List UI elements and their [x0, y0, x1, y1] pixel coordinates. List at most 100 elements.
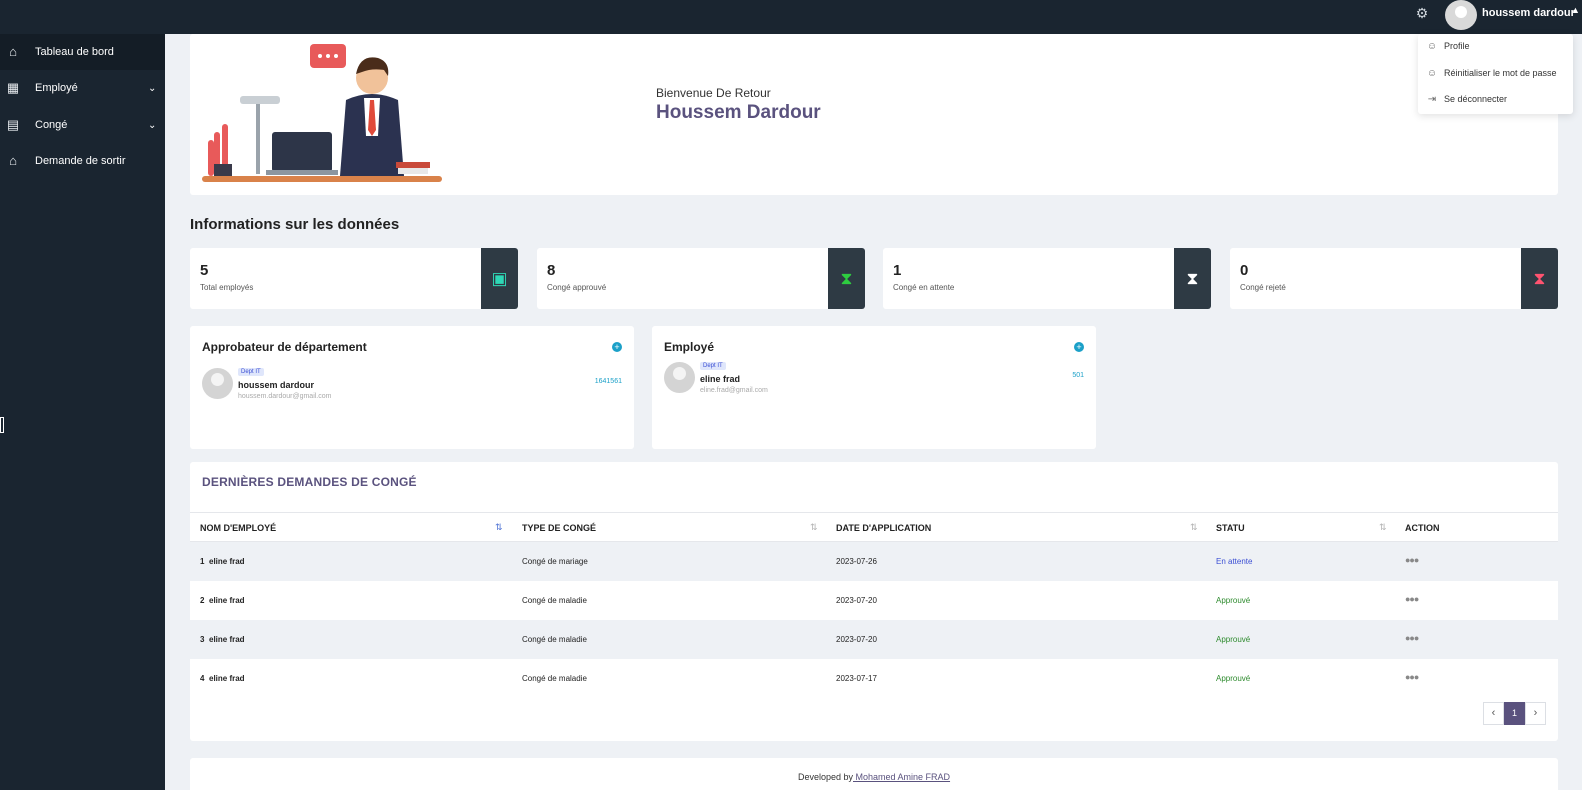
- footer-prefix: Developed by: [797, 772, 853, 782]
- page-button-current[interactable]: 1: [1504, 702, 1525, 725]
- sidebar-item-exit-request[interactable]: ⌂ Demande de sortir: [0, 143, 165, 179]
- employee-panel: Employé + Dept IT eline frad eline.frad@…: [652, 326, 1096, 449]
- table-row[interactable]: 4 eline frad Congé de maladie 2023-07-17…: [190, 659, 1558, 698]
- menu-item-logout[interactable]: ⇥ Se déconnecter: [1426, 92, 1507, 106]
- menu-item-profile[interactable]: ☺ Profile: [1426, 39, 1470, 53]
- stat-value: 8: [547, 262, 556, 279]
- add-employee-button[interactable]: +: [1074, 342, 1084, 352]
- add-approver-button[interactable]: +: [612, 342, 622, 352]
- sidebar-item-label: Demande de sortir: [35, 155, 126, 167]
- approver-id: 1641561: [594, 378, 622, 385]
- avatar: [664, 362, 695, 393]
- stat-value: 5: [200, 262, 209, 279]
- leaves-title: DERNIÈRES DEMANDES DE CONGÉ: [202, 475, 417, 489]
- panel-title: Approbateur de département: [202, 340, 367, 354]
- stat-value: 0: [1240, 262, 1249, 279]
- stat-label: Congé rejeté: [1240, 283, 1286, 292]
- leave-type: Congé de maladie: [522, 596, 587, 605]
- leave-type: Congé de maladie: [522, 674, 587, 683]
- column-header[interactable]: DATE D'APPLICATION: [836, 523, 931, 533]
- sidebar-item-leave[interactable]: ▤ Congé ⌄: [0, 107, 165, 143]
- sidebar: ⌂ Tableau de bord ▦ Employé ⌄ ▤ Congé ⌄ …: [0, 34, 165, 790]
- home-icon: ⌂: [9, 153, 17, 168]
- table-icon: ▦: [6, 80, 20, 95]
- sidebar-item-employees[interactable]: ▦ Employé ⌄: [0, 70, 165, 106]
- stats-section-title: Informations sur les données: [190, 216, 400, 233]
- logout-icon: ⇥: [1427, 93, 1437, 105]
- sort-icon[interactable]: ⇅: [810, 522, 818, 533]
- more-dots-icon[interactable]: ●●●: [1405, 594, 1419, 604]
- sidebar-item-dashboard[interactable]: ⌂ Tableau de bord: [0, 34, 165, 70]
- menu-item-label: Se déconnecter: [1444, 94, 1508, 104]
- latest-leaves-card: DERNIÈRES DEMANDES DE CONGÉ NOM D'EMPLOY…: [190, 462, 1558, 741]
- hourglass-icon: ⧗: [828, 248, 865, 309]
- more-dots-icon[interactable]: ●●●: [1405, 633, 1419, 643]
- sort-icon[interactable]: ⇅: [495, 522, 503, 533]
- approver-panel: Approbateur de département + Dept IT hou…: [190, 326, 634, 449]
- status-badge: En attente: [1216, 557, 1253, 566]
- application-date: 2023-07-20: [836, 635, 877, 644]
- menu-item-label: Réinitialiser le mot de passe: [1444, 68, 1557, 78]
- row-number: 1: [200, 557, 205, 566]
- more-dots-icon[interactable]: ●●●: [1405, 672, 1419, 682]
- sort-icon[interactable]: ⇅: [1379, 522, 1387, 533]
- sidebar-item-label: Congé: [35, 119, 68, 131]
- employee-name: eline frad: [209, 674, 245, 683]
- username[interactable]: houssem dardour: [1482, 7, 1575, 19]
- panel-title: Employé: [664, 340, 715, 354]
- menu-item-label: Profile: [1444, 41, 1470, 51]
- table-row[interactable]: 2 eline frad Congé de maladie 2023-07-20…: [190, 581, 1558, 620]
- department-badge: Dept IT: [700, 362, 726, 370]
- table-row[interactable]: 3 eline frad Congé de maladie 2023-07-20…: [190, 620, 1558, 659]
- welcome-subtitle: Bienvenue De Retour: [656, 86, 771, 100]
- status-badge: Approuvé: [1216, 635, 1251, 644]
- leave-type: Congé de maladie: [522, 635, 587, 644]
- stat-card-total-employees: 5 Total employés ▣: [190, 248, 518, 309]
- user-avatar[interactable]: [1445, 0, 1477, 30]
- row-number: 2: [200, 596, 205, 605]
- sidebar-focus-marker: [0, 417, 4, 433]
- user-icon: ☺: [1426, 67, 1438, 79]
- footer: Developed by Mohamed Amine FRAD: [190, 758, 1558, 790]
- employee-id: 501: [1072, 372, 1084, 379]
- approver-name[interactable]: houssem dardour: [238, 380, 314, 390]
- leave-type: Congé de mariage: [522, 557, 588, 566]
- footer-text: Developed by Mohamed Amine FRAD: [190, 772, 1558, 782]
- stat-card-approved-leave: 8 Congé approuvé ⧗: [537, 248, 865, 309]
- hourglass-icon: ⧗: [1521, 248, 1558, 309]
- application-date: 2023-07-26: [836, 557, 877, 566]
- author-link[interactable]: Mohamed Amine FRAD: [853, 772, 951, 782]
- stat-label: Congé en attente: [893, 283, 955, 292]
- employee-name[interactable]: eline frad: [700, 374, 740, 384]
- approver-email: houssem.dardour@gmail.com: [238, 393, 332, 400]
- column-header[interactable]: NOM D'EMPLOYÉ: [200, 523, 276, 533]
- department-badge: Dept IT: [238, 368, 264, 376]
- status-badge: Approuvé: [1216, 674, 1251, 683]
- hourglass-icon: ⧗: [1174, 248, 1211, 309]
- application-date: 2023-07-20: [836, 596, 877, 605]
- table-header: NOM D'EMPLOYÉ ⇅ TYPE DE CONGÉ ⇅ DATE D'A…: [190, 512, 1558, 542]
- row-number: 3: [200, 635, 205, 644]
- welcome-illustration: [202, 44, 442, 182]
- table-row[interactable]: 1 eline frad Congé de mariage 2023-07-26…: [190, 542, 1558, 581]
- chevron-up-icon[interactable]: ▲: [1571, 5, 1580, 15]
- column-header[interactable]: STATU: [1216, 523, 1245, 533]
- column-header: ACTION: [1405, 523, 1440, 533]
- employee-name: eline frad: [209, 635, 245, 644]
- next-page-button[interactable]: ›: [1525, 702, 1546, 725]
- menu-item-reset-password[interactable]: ☺ Réinitialiser le mot de passe: [1426, 66, 1557, 80]
- row-number: 4: [200, 674, 205, 683]
- welcome-card: Bienvenue De Retour Houssem Dardour: [190, 34, 1558, 195]
- more-dots-icon[interactable]: ●●●: [1405, 555, 1419, 565]
- employee-name: eline frad: [209, 557, 245, 566]
- prev-page-button[interactable]: ‹: [1483, 702, 1504, 725]
- column-header[interactable]: TYPE DE CONGÉ: [522, 523, 596, 533]
- sort-icon[interactable]: ⇅: [1190, 522, 1198, 533]
- gear-icon[interactable]: ⚙: [1414, 5, 1430, 21]
- sidebar-item-label: Employé: [35, 82, 78, 94]
- application-date: 2023-07-17: [836, 674, 877, 683]
- user-icon: ☺: [1426, 40, 1438, 52]
- stat-label: Congé approuvé: [547, 283, 607, 292]
- stat-label: Total employés: [200, 283, 254, 292]
- top-bar: ⚙ houssem dardour ▲: [0, 0, 1582, 34]
